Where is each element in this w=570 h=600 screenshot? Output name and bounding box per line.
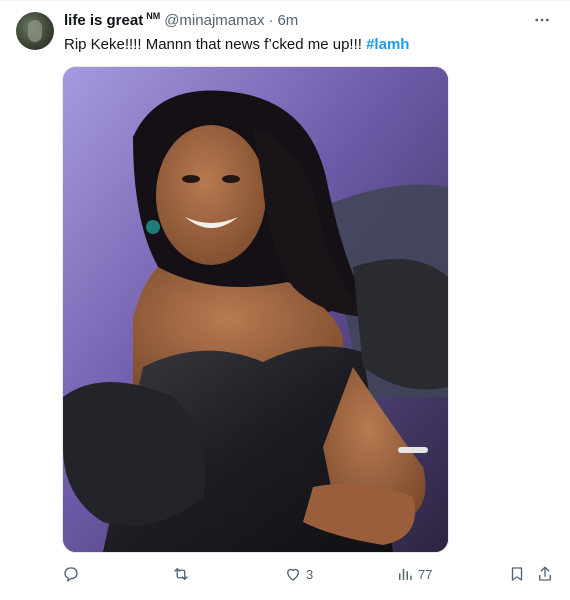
tweet-media-photo[interactable] bbox=[62, 66, 449, 553]
hashtag-link[interactable]: #lamh bbox=[366, 36, 409, 53]
tweet-text: Rip Keke!!!! Mannn that news f’cked me u… bbox=[64, 35, 409, 55]
name-badge: NM bbox=[146, 11, 161, 21]
retweet-button[interactable] bbox=[172, 562, 194, 586]
more-horizontal-icon bbox=[535, 18, 549, 22]
timestamp[interactable]: 6m bbox=[277, 12, 298, 29]
photo-illustration bbox=[63, 67, 448, 552]
tweet-body: Rip Keke!!!! Mannn that news f’cked me u… bbox=[64, 36, 367, 53]
views-icon bbox=[399, 568, 412, 580]
tweet-actions-bar: 3 77 bbox=[0, 562, 570, 586]
like-count: 3 bbox=[306, 566, 314, 582]
bookmark-icon bbox=[511, 567, 523, 581]
heart-icon bbox=[287, 568, 299, 581]
share-icon bbox=[539, 566, 551, 581]
display-name[interactable]: life is great bbox=[64, 12, 143, 29]
reply-icon bbox=[64, 567, 78, 583]
retweet-icon bbox=[174, 568, 188, 580]
more-options-button[interactable] bbox=[532, 10, 552, 30]
separator-dot: · bbox=[268, 12, 274, 29]
reply-button[interactable] bbox=[62, 562, 84, 586]
bookmark-button[interactable] bbox=[508, 562, 526, 586]
user-handle[interactable]: @minajmamax bbox=[164, 12, 264, 29]
like-button[interactable]: 3 bbox=[284, 562, 313, 586]
top-divider bbox=[0, 0, 570, 1]
views-button[interactable]: 77 bbox=[396, 562, 432, 586]
views-count: 77 bbox=[418, 566, 433, 582]
avatar[interactable] bbox=[16, 12, 54, 50]
tweet-header: life is great NM @minajmamax · 6m bbox=[64, 11, 298, 32]
share-button[interactable] bbox=[536, 562, 554, 586]
